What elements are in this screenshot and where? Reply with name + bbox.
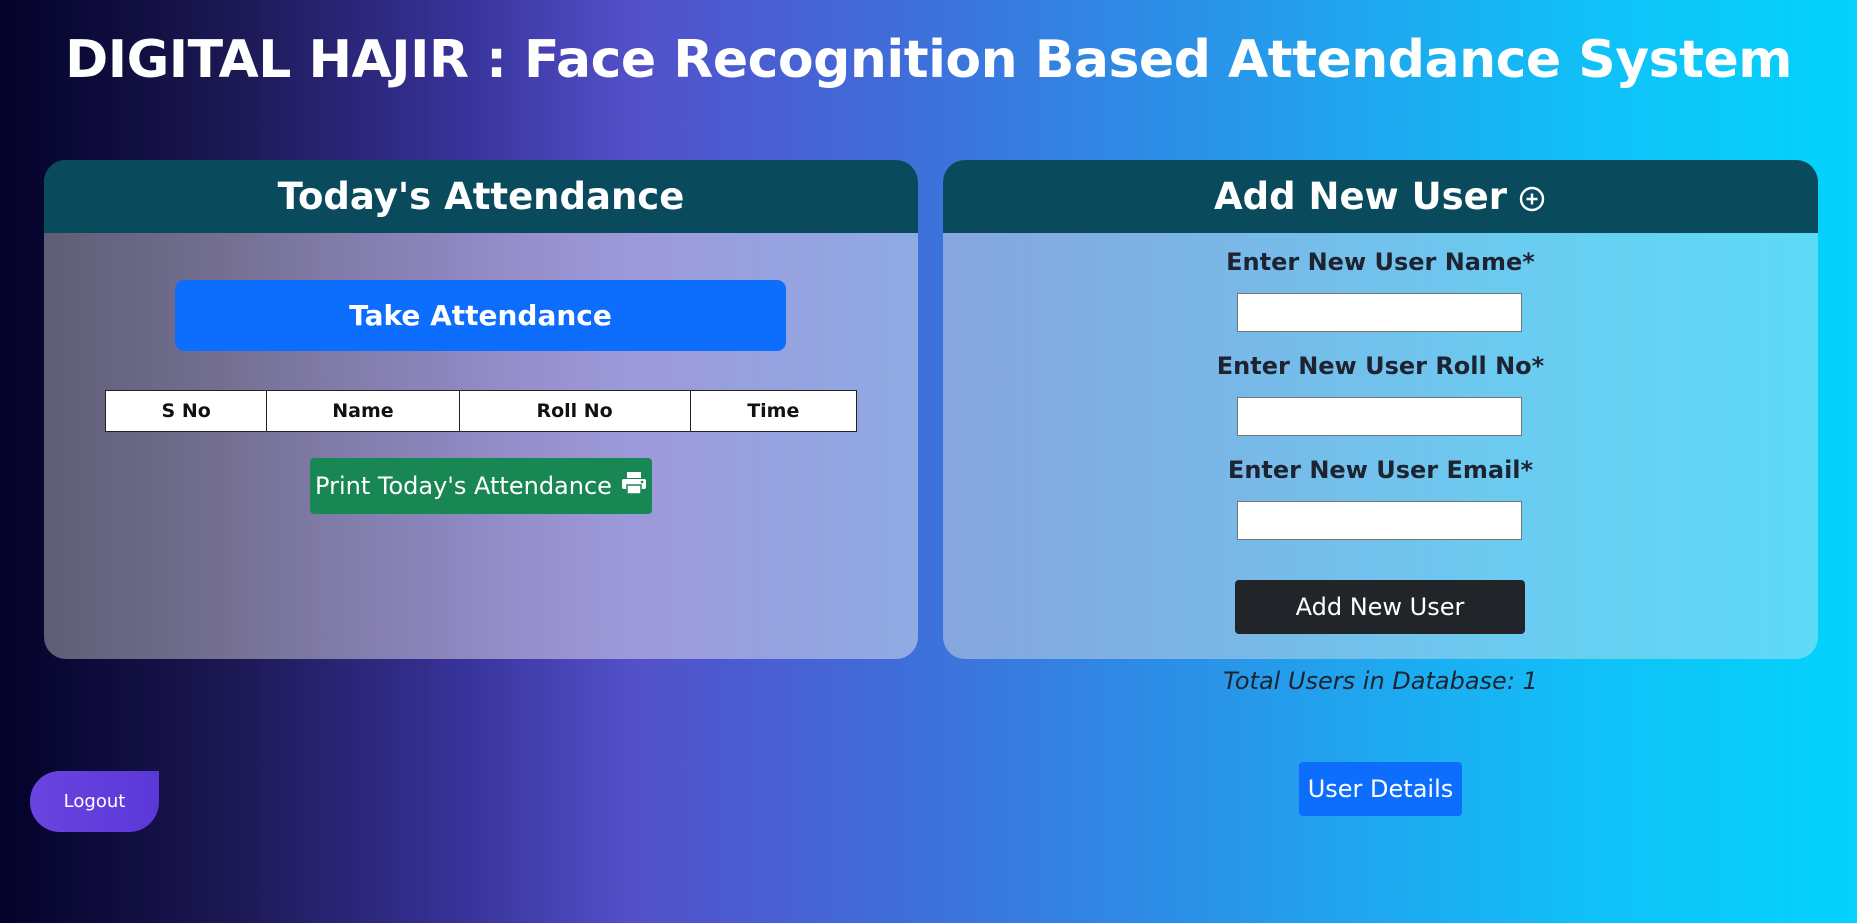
attendance-table: S No Name Roll No Time xyxy=(104,390,858,432)
user-name-label: Enter New User Name* xyxy=(1226,248,1535,276)
page-title: DIGITAL HAJIR : Face Recognition Based A… xyxy=(65,30,1792,90)
print-attendance-button[interactable]: Print Today's Attendance xyxy=(310,458,652,514)
user-roll-no-input[interactable] xyxy=(1237,397,1522,436)
column-header-time: Time xyxy=(689,390,858,432)
user-details-button[interactable]: User Details xyxy=(1299,762,1462,816)
attendance-panel: Today's Attendance Take Attendance S No … xyxy=(44,160,918,659)
add-user-panel: Add New User Enter New User Name* Enter … xyxy=(943,160,1818,659)
user-roll-no-label: Enter New User Roll No* xyxy=(1216,352,1545,380)
user-email-label: Enter New User Email* xyxy=(1227,456,1534,484)
column-header-roll-no: Roll No xyxy=(458,390,691,432)
user-name-input[interactable] xyxy=(1237,293,1522,332)
total-users-count: Total Users in Database: 1 xyxy=(1223,667,1538,695)
attendance-panel-header: Today's Attendance xyxy=(44,160,918,233)
take-attendance-button[interactable]: Take Attendance xyxy=(175,280,786,351)
user-email-input[interactable] xyxy=(1237,501,1522,540)
print-button-label: Print Today's Attendance xyxy=(315,472,612,500)
add-user-panel-title: Add New User xyxy=(1213,175,1508,218)
logout-button[interactable]: Logout xyxy=(30,771,159,832)
attendance-table-header-row: S No Name Roll No Time xyxy=(104,390,858,432)
column-header-sno: S No xyxy=(104,390,268,432)
printer-icon xyxy=(621,471,647,495)
attendance-panel-title: Today's Attendance xyxy=(277,175,685,218)
add-circle-icon xyxy=(1517,180,1547,211)
add-new-user-button[interactable]: Add New User xyxy=(1235,580,1525,634)
column-header-name: Name xyxy=(266,390,460,432)
add-user-panel-header: Add New User xyxy=(943,160,1818,233)
